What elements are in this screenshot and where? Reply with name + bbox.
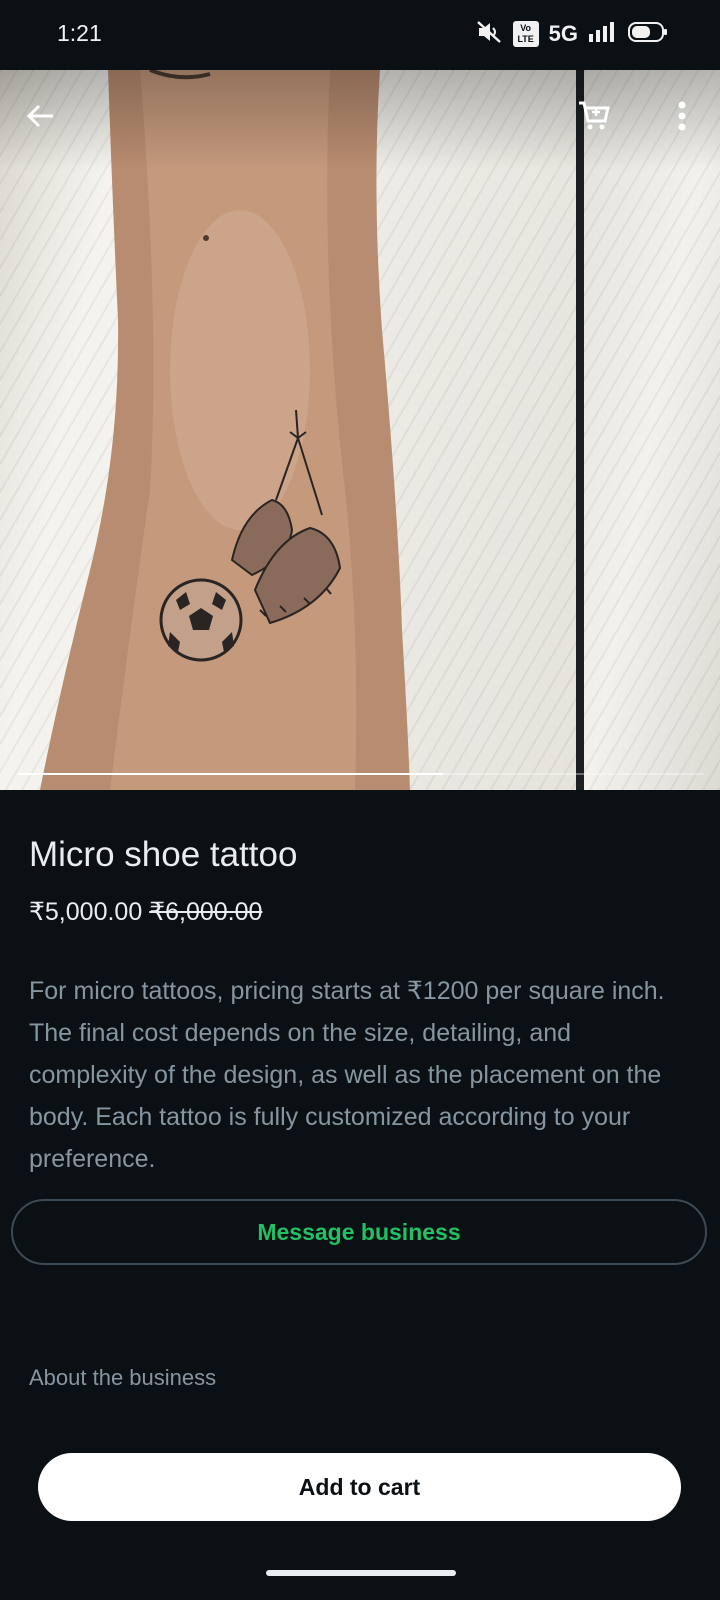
gallery-progress-fill — [18, 773, 444, 775]
network-type: 5G — [548, 21, 578, 46]
original-price: ₹6,000.00 — [149, 898, 263, 926]
cart-icon — [577, 99, 611, 138]
volte-line1: Vo — [520, 23, 532, 33]
back-button[interactable] — [17, 94, 65, 142]
status-bar: 1:21 Vo LTE 5G — [0, 0, 720, 70]
product-title: Micro shoe tattoo — [29, 835, 298, 874]
product-description: For micro tattoos, pricing starts at ₹12… — [29, 977, 665, 1173]
back-arrow-icon — [25, 100, 57, 137]
cart-button[interactable] — [570, 94, 618, 142]
product-image-gallery[interactable] — [0, 70, 720, 790]
battery-icon — [628, 21, 668, 48]
more-vert-icon — [677, 100, 687, 137]
price-row: ₹5,000.00 ₹6,000.00 — [29, 897, 262, 927]
message-business-button[interactable]: Message business — [11, 1199, 707, 1265]
home-indicator[interactable] — [266, 1570, 456, 1576]
about-business-heading[interactable]: About the business — [29, 1365, 216, 1391]
mute-icon — [475, 18, 503, 51]
volte-line2: LTE — [517, 34, 534, 44]
volte-icon: Vo LTE — [512, 21, 539, 47]
tattoo-photo-next[interactable] — [584, 70, 720, 790]
status-icons: Vo LTE 5G — [475, 18, 668, 50]
current-price: ₹5,000.00 — [29, 898, 143, 926]
more-options-button[interactable] — [658, 94, 706, 142]
status-time: 1:21 — [57, 20, 102, 46]
signal-icon — [588, 21, 618, 48]
add-to-cart-button[interactable]: Add to cart — [38, 1453, 681, 1521]
tattoo-photo-main[interactable] — [0, 70, 576, 790]
gallery-progress — [18, 773, 704, 775]
